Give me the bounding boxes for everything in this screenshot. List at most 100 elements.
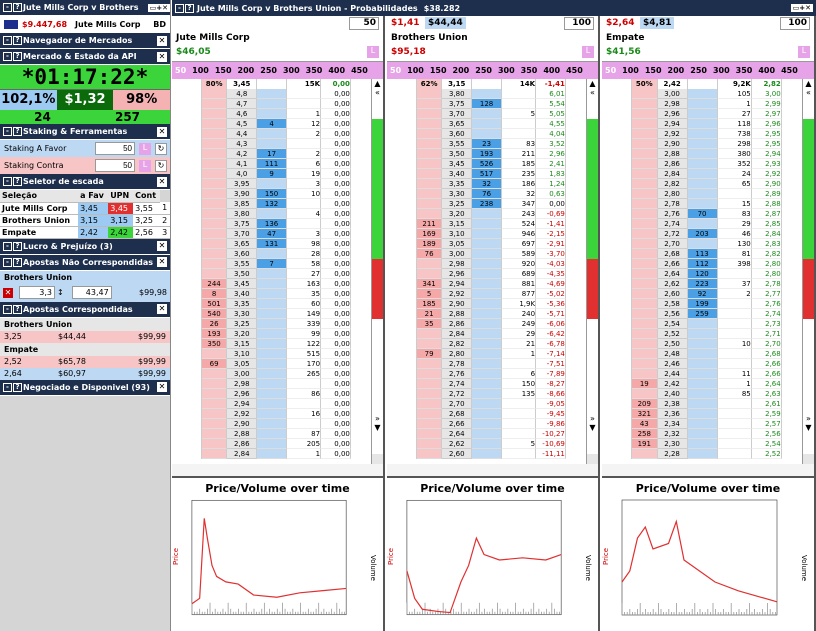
- lay-cell[interactable]: [201, 189, 228, 199]
- back-cell[interactable]: [687, 319, 718, 329]
- price-cell[interactable]: 2,40: [657, 389, 688, 399]
- lay-cell[interactable]: [416, 329, 443, 339]
- unmatched-cell[interactable]: [172, 89, 202, 99]
- unmatched-cell[interactable]: [387, 189, 417, 199]
- ladder-row[interactable]: 3,50 193 211 2,96: [387, 149, 598, 159]
- ladder-row[interactable]: 3,10 515 0,00: [172, 349, 383, 359]
- back-cell[interactable]: [472, 229, 502, 239]
- unmatched-cell[interactable]: [387, 259, 417, 269]
- back-cell[interactable]: 526: [472, 159, 502, 169]
- price-cell[interactable]: 4,7: [227, 99, 258, 109]
- unmatched-cell[interactable]: [602, 259, 632, 269]
- lay-cell[interactable]: [416, 269, 443, 279]
- unmatched-cell[interactable]: [172, 239, 202, 249]
- stake-input[interactable]: 100: [564, 17, 594, 30]
- zoom-level[interactable]: 250: [472, 66, 495, 75]
- zoom-level[interactable]: 150: [642, 66, 665, 75]
- zoom-level[interactable]: 50: [602, 66, 619, 75]
- unmatched-cell[interactable]: [172, 279, 202, 289]
- lay-cell[interactable]: [201, 249, 228, 259]
- back-cell[interactable]: 193: [472, 149, 502, 159]
- lay-cell[interactable]: [416, 419, 443, 429]
- refresh-icon[interactable]: ↻: [155, 159, 167, 172]
- stake-input[interactable]: 100: [780, 17, 810, 30]
- ladder-row[interactable]: 2,56 259 2,74: [602, 309, 814, 319]
- lock-icon[interactable]: L: [582, 46, 594, 58]
- price-cell[interactable]: 3,00: [227, 369, 258, 379]
- ladder-row[interactable]: 4,2 17 2 0,00: [172, 149, 383, 159]
- lay-cell[interactable]: [201, 259, 228, 269]
- ladder-row[interactable]: 244 3,45 163 0,00: [172, 279, 383, 289]
- price-cell[interactable]: 2,96: [227, 389, 258, 399]
- zoom-level[interactable]: 200: [665, 66, 688, 75]
- unmatched-cell[interactable]: [387, 409, 417, 419]
- ladder-row[interactable]: 2,66 112 398 2,80: [602, 259, 814, 269]
- back-cell[interactable]: 128: [472, 99, 502, 109]
- price-cell[interactable]: 2,66: [442, 419, 473, 429]
- ladder-row[interactable]: 4,0 9 19 0,00: [172, 169, 383, 179]
- back-cell[interactable]: 9: [257, 169, 287, 179]
- unmatched-cell[interactable]: [387, 149, 417, 159]
- unmatched-cell[interactable]: [602, 249, 632, 259]
- help-icon[interactable]: ?: [13, 52, 22, 61]
- zoom-level[interactable]: 200: [235, 66, 258, 75]
- back-cell[interactable]: [687, 119, 718, 129]
- close-icon[interactable]: ✕: [157, 382, 167, 392]
- lay-cell[interactable]: [631, 339, 658, 349]
- lay-cell[interactable]: [631, 319, 658, 329]
- back-cell[interactable]: [257, 429, 287, 439]
- unmatched-cell[interactable]: [602, 119, 632, 129]
- lay-cell[interactable]: [631, 179, 658, 189]
- price-cell[interactable]: 3,70: [442, 109, 473, 119]
- lay-cell[interactable]: [631, 169, 658, 179]
- unmatched-cell[interactable]: [387, 419, 417, 429]
- back-cell[interactable]: 199: [687, 299, 718, 309]
- back-cell[interactable]: [257, 409, 287, 419]
- back-cell[interactable]: 112: [687, 259, 718, 269]
- ladder-row[interactable]: 2,84 29 -6,42: [387, 329, 598, 339]
- back-cell[interactable]: [472, 379, 502, 389]
- ladder-row[interactable]: 2,78 15 2,88: [602, 199, 814, 209]
- lay-cell[interactable]: [201, 169, 228, 179]
- price-cell[interactable]: 3,25: [227, 319, 258, 329]
- back-cell[interactable]: [687, 139, 718, 149]
- unmatched-cell[interactable]: [172, 419, 202, 429]
- back-cell[interactable]: [472, 349, 502, 359]
- back-cell[interactable]: [687, 99, 718, 109]
- back-cell[interactable]: [472, 359, 502, 369]
- price-cell[interactable]: 2,84: [657, 169, 688, 179]
- ladder-scrollbar[interactable]: ▲ « » ▼: [802, 79, 814, 464]
- unmatched-cell[interactable]: [172, 189, 202, 199]
- price-cell[interactable]: 3,70: [227, 229, 258, 239]
- back-cell[interactable]: [472, 269, 502, 279]
- lay-cell[interactable]: [201, 159, 228, 169]
- ladder-row[interactable]: 2,84 1 0,00: [172, 449, 383, 459]
- price-cell[interactable]: 2,54: [657, 319, 688, 329]
- price-cell[interactable]: 3,20: [227, 329, 258, 339]
- unmatched-cell[interactable]: [172, 359, 202, 369]
- price-cell[interactable]: 3,05: [227, 359, 258, 369]
- price-cell[interactable]: 2,82: [442, 339, 473, 349]
- price-cell[interactable]: 2,62: [657, 279, 688, 289]
- price-cell[interactable]: 2,96: [657, 109, 688, 119]
- lay-cell[interactable]: [631, 129, 658, 139]
- scroll-up-icon[interactable]: ▲ «: [587, 79, 598, 119]
- price-cell[interactable]: 3,00: [657, 89, 688, 99]
- back-cell[interactable]: [472, 299, 502, 309]
- lay-cell[interactable]: [416, 149, 443, 159]
- unmatched-cell[interactable]: [387, 159, 417, 169]
- unmatched-cell[interactable]: [387, 239, 417, 249]
- unmatched-cell[interactable]: [172, 399, 202, 409]
- ladder-scrollbar[interactable]: ▲ « » ▼: [371, 79, 383, 464]
- price-cell[interactable]: 2,62: [442, 439, 473, 449]
- unmatched-cell[interactable]: [387, 369, 417, 379]
- lay-cell[interactable]: [416, 119, 443, 129]
- price-cell[interactable]: 2,50: [657, 339, 688, 349]
- price-cell[interactable]: 2,86: [657, 159, 688, 169]
- back-cell[interactable]: 4: [257, 119, 287, 129]
- ladder-row[interactable]: 191 2,30 2,54: [602, 439, 814, 449]
- ladder-row[interactable]: 3,95 3 0,00: [172, 179, 383, 189]
- refresh-icon[interactable]: ↻: [155, 142, 167, 155]
- lay-cell[interactable]: 69: [201, 359, 228, 369]
- stake-input[interactable]: 50: [349, 17, 379, 30]
